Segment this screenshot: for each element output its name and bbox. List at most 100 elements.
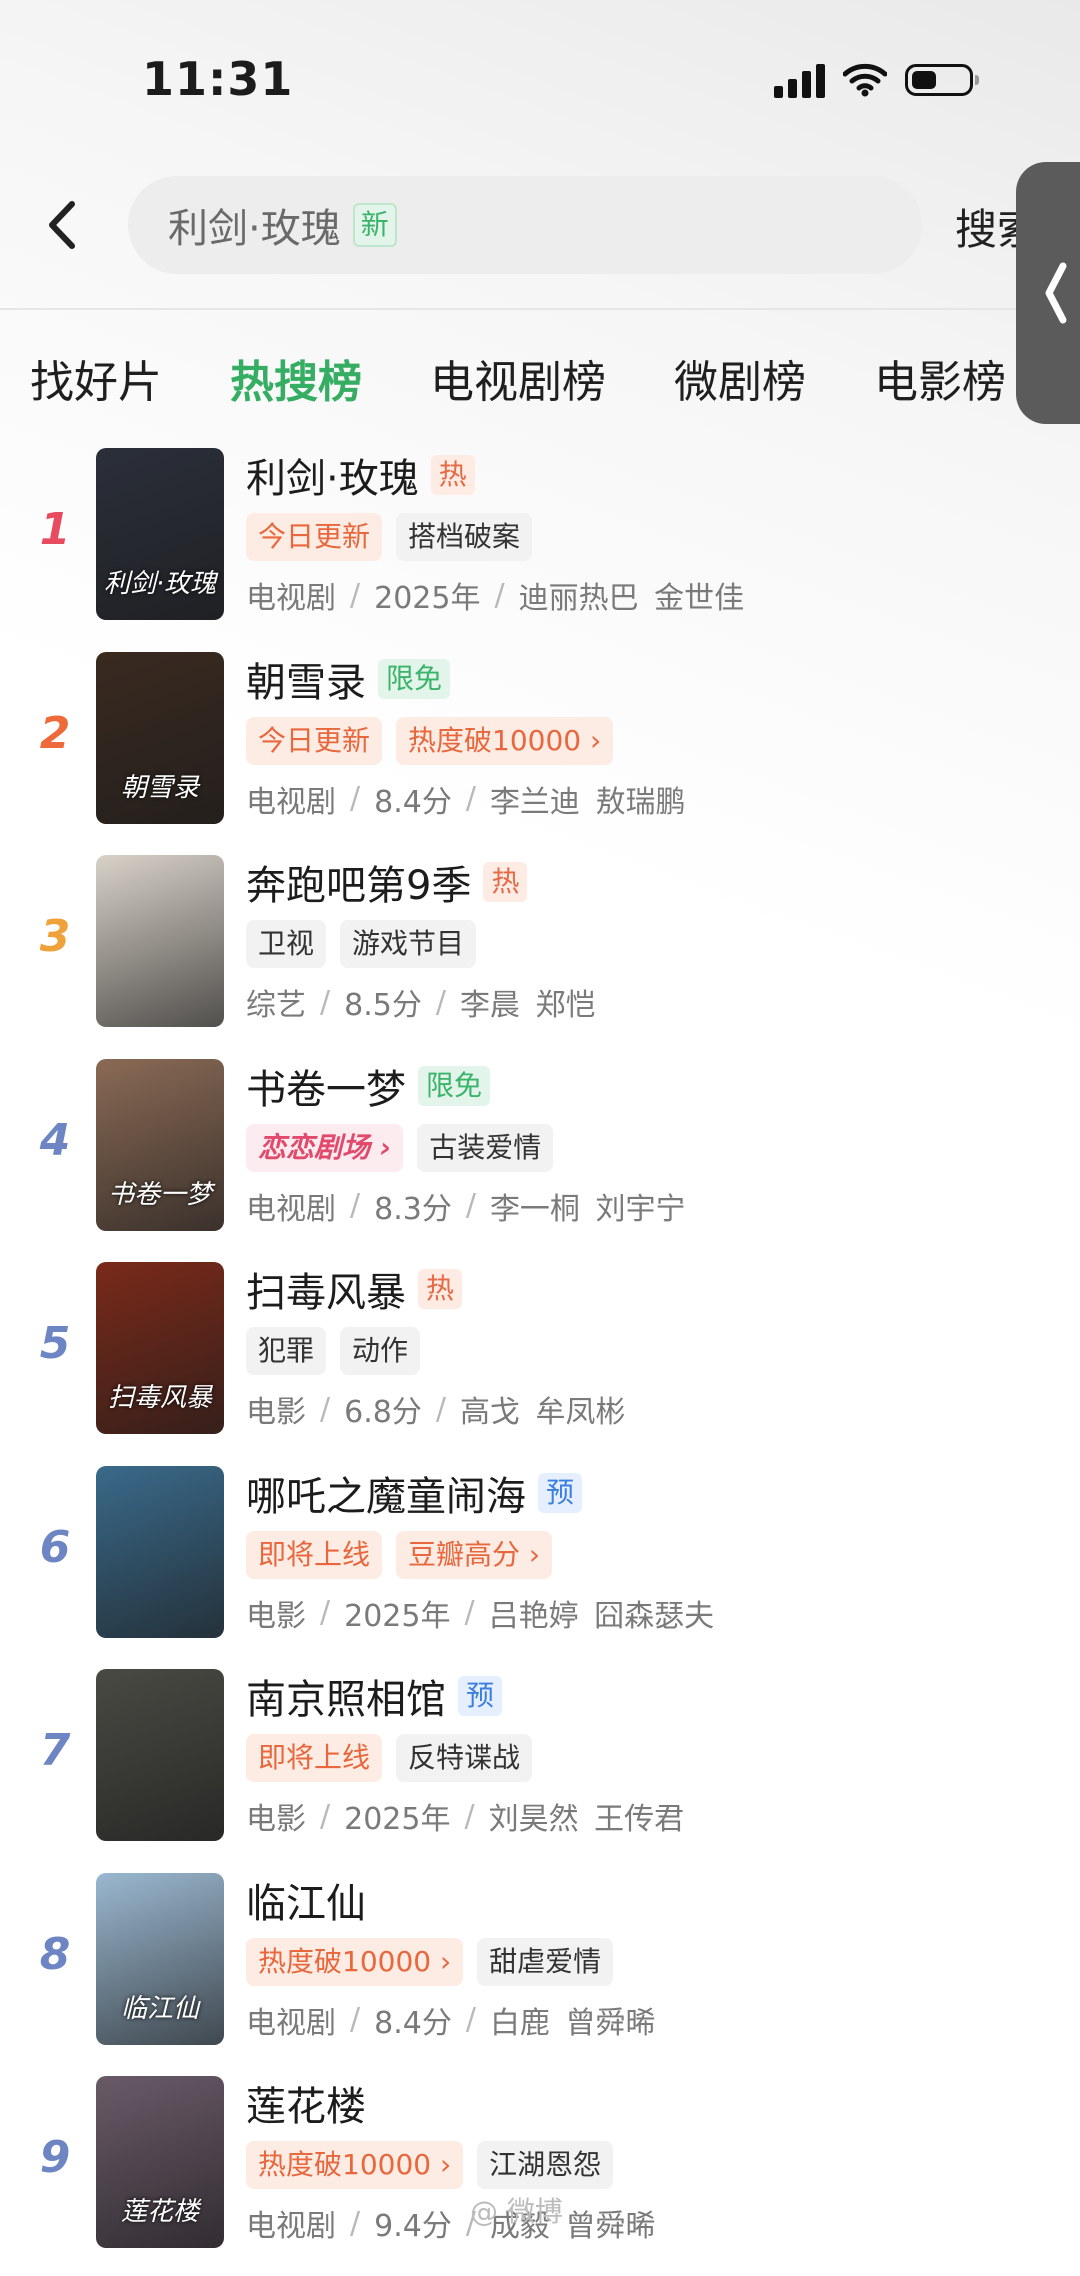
poster-image[interactable]: 利剑·玫瑰	[96, 448, 224, 620]
tag: 古装爱情	[417, 1123, 554, 1172]
status-badge: 限免	[378, 658, 451, 699]
status-badge: 热	[430, 455, 475, 495]
list-item[interactable]: 2 朝雪录 朝雪录 限免 今日更新 热度破10000 › 电视剧/8.4分 / 李兰迪 敖瑞鹏	[0, 648, 1080, 852]
separator: /	[464, 1595, 475, 1630]
separator: /	[350, 577, 361, 613]
tag: 即将上线	[246, 1530, 383, 1579]
meta-category: 综艺	[246, 988, 306, 1023]
separator: /	[350, 2002, 361, 2037]
tab-0[interactable]: 找好片	[30, 346, 162, 408]
item-info: 南京照相馆预即将上线 反特谍战 电影 / 2025年 / 刘昊然 王传君	[246, 1665, 1060, 1843]
search-input[interactable]: 利剑·玫瑰 新	[128, 176, 922, 274]
tab-4[interactable]: 电影榜	[874, 346, 1006, 408]
item-info: 莲花楼 热度破10000 › 江湖恩怨 电视剧/9.4分 / 成毅 曾舜晞	[246, 2072, 1060, 2250]
tag: 动作	[340, 1327, 421, 1375]
meta-cast: 高戈 牟凤彬	[459, 1395, 626, 1430]
poster-image[interactable]: 朝雪录	[96, 651, 224, 824]
poster-image[interactable]: 临江仙	[96, 1872, 224, 2045]
separator: /	[465, 1188, 476, 1223]
chevron-left-icon	[1045, 262, 1067, 324]
tag[interactable]: 豆瓣高分 ›	[396, 1530, 553, 1579]
tag-line: 热度破10000 › 甜虐爱情	[246, 1931, 1060, 1993]
new-badge: 新	[352, 203, 397, 247]
status-time: 11:31	[142, 52, 294, 106]
list-item[interactable]: 9 莲花楼 莲花楼 热度破10000 › 江湖恩怨 电视剧/9.4分 / 成毅 曾舜晞	[0, 2072, 1080, 2276]
tag-line: 犯罪 动作	[246, 1320, 1060, 1382]
list-item[interactable]: 7 南京照相馆预即将上线 反特谍战 电影 / 2025年 / 刘昊然 王传君	[0, 1665, 1080, 1869]
poster-image[interactable]: 书卷一梦	[96, 1058, 224, 1231]
tag-line: 今日更新 热度破10000 ›	[246, 710, 1060, 772]
item-title: 利剑·玫瑰	[246, 456, 419, 502]
separator: /	[464, 1798, 475, 1834]
poster-image[interactable]	[96, 855, 224, 1027]
tag-line: 今日更新 搭档破案	[246, 506, 1060, 568]
title-line: 哪吒之魔童闹海预	[246, 1462, 1060, 1524]
item-title: 书卷一梦	[246, 1066, 406, 1113]
side-drawer-handle[interactable]	[1016, 162, 1080, 424]
item-title: 莲花楼	[246, 2084, 366, 2130]
hot-search-list: 1 利剑·玫瑰 利剑·玫瑰热今日更新 搭档破案 电视剧/2025年 / 迪丽热巴 金世佳 2 朝…	[0, 444, 1080, 2276]
list-item[interactable]: 3 奔跑吧第9季热卫视 游戏节目 综艺 / 8.5分 / 李晨 郑恺	[0, 851, 1080, 1055]
list-item[interactable]: 1 利剑·玫瑰 利剑·玫瑰热今日更新 搭档破案 电视剧/2025年 / 迪丽热巴 金世佳	[0, 444, 1080, 648]
rank-number: 3	[39, 911, 71, 962]
title-line: 临江仙	[246, 1869, 1060, 1931]
separator: /	[350, 1188, 361, 1223]
item-info: 临江仙 热度破10000 › 甜虐爱情 电视剧 / 8.4分 / 白鹿 曾舜晞	[246, 1869, 1060, 2047]
tab-1[interactable]: 热搜榜	[230, 346, 362, 408]
item-info: 奔跑吧第9季热卫视 游戏节目 综艺 / 8.5分 / 李晨 郑恺	[246, 851, 1060, 1029]
meta-cast: 迪丽热巴 金世佳	[518, 581, 745, 616]
tag[interactable]: 热度破10000 ›	[246, 1937, 464, 1986]
meta-line: 电视剧 / 8.4分 / 李兰迪 敖瑞鹏	[246, 772, 1060, 826]
meta-info: 6.8分	[344, 1395, 422, 1430]
item-info: 书卷一梦 限免 恋恋剧场 › 古装爱情 电视剧 / 8.3分 / 李一桐 刘宇宁	[246, 1055, 1060, 1233]
list-item[interactable]: 6 哪吒之魔童闹海预即将上线 豆瓣高分 › 电影 / 2025年 / 吕艳婷 囧森瑟夫	[0, 1462, 1080, 1666]
separator: /	[435, 984, 446, 1020]
tag: 今日更新	[246, 513, 383, 561]
meta-line: 电影 / 6.8分 / 高戈 牟凤彬	[246, 1382, 1060, 1436]
separator: /	[435, 1391, 446, 1427]
poster-image[interactable]	[96, 1669, 224, 1841]
meta-info: 8.3分	[374, 1191, 452, 1227]
item-title: 朝雪录	[246, 659, 366, 706]
poster-image[interactable]	[96, 1465, 224, 1638]
tag-line: 卫视 游戏节目	[246, 913, 1060, 975]
meta-line: 电影 / 2025年 / 吕艳婷 囧森瑟夫	[246, 1586, 1060, 1640]
list-item[interactable]: 5 扫毒风暴 扫毒风暴热犯罪 动作 电影/6.8分 / 高戈 牟凤彬	[0, 1258, 1080, 1462]
meta-line: 电视剧 / 8.3分 / 李一桐 刘宇宁	[246, 1179, 1060, 1233]
rank-number: 7	[39, 1725, 71, 1776]
poster-image[interactable]: 莲花楼	[96, 2076, 224, 2248]
list-item[interactable]: 8 临江仙 临江仙 热度破10000 › 甜虐爱情 电视剧/8.4分 / 白鹿 曾舜晞	[0, 1869, 1080, 2073]
tag: 即将上线	[246, 1734, 383, 1782]
back-button[interactable]	[38, 190, 88, 260]
separator: /	[320, 1391, 331, 1427]
rank-number: 4	[39, 1114, 71, 1166]
title-line: 利剑·玫瑰热	[246, 444, 1060, 506]
tab-3[interactable]: 微剧榜	[674, 346, 806, 408]
tag[interactable]: 热度破10000 ›	[246, 2141, 464, 2189]
poster-title-art: 临江仙	[120, 1993, 199, 2024]
tag: 今日更新	[246, 716, 383, 765]
poster-title-art: 扫毒风暴	[107, 1383, 212, 1413]
rank-number: 1	[39, 504, 71, 555]
rank-number: 6	[39, 1521, 71, 1573]
tag[interactable]: 热度破10000 ›	[396, 716, 614, 765]
signal-icon	[774, 62, 825, 98]
tag: 甜虐爱情	[477, 1937, 614, 1986]
tag: 游戏节目	[340, 920, 477, 968]
meta-category: 电视剧	[246, 581, 336, 616]
item-title: 奔跑吧第9季	[246, 863, 472, 909]
separator: /	[494, 577, 505, 613]
tag[interactable]: 恋恋剧场 ›	[246, 1123, 404, 1172]
list-item[interactable]: 4 书卷一梦 书卷一梦 限免 恋恋剧场 › 古装爱情 电视剧/8.3分 / 李一桐 刘宇宁	[0, 1055, 1080, 1259]
poster-image[interactable]: 扫毒风暴	[96, 1262, 224, 1434]
meta-info: 2025年	[374, 581, 481, 616]
meta-cast: 李兰迪 敖瑞鹏	[489, 784, 686, 820]
tab-2[interactable]: 电视剧榜	[430, 346, 606, 408]
separator: /	[350, 2205, 361, 2241]
item-info: 扫毒风暴热犯罪 动作 电影 / 6.8分 / 高戈 牟凤彬	[246, 1258, 1060, 1436]
wifi-icon	[843, 63, 887, 97]
meta-category: 电视剧	[246, 2005, 336, 2041]
meta-line: 电视剧 / 8.4分 / 白鹿 曾舜晞	[246, 1993, 1060, 2047]
meta-info: 2025年	[344, 1802, 451, 1837]
meta-info: 8.4分	[374, 2005, 452, 2041]
